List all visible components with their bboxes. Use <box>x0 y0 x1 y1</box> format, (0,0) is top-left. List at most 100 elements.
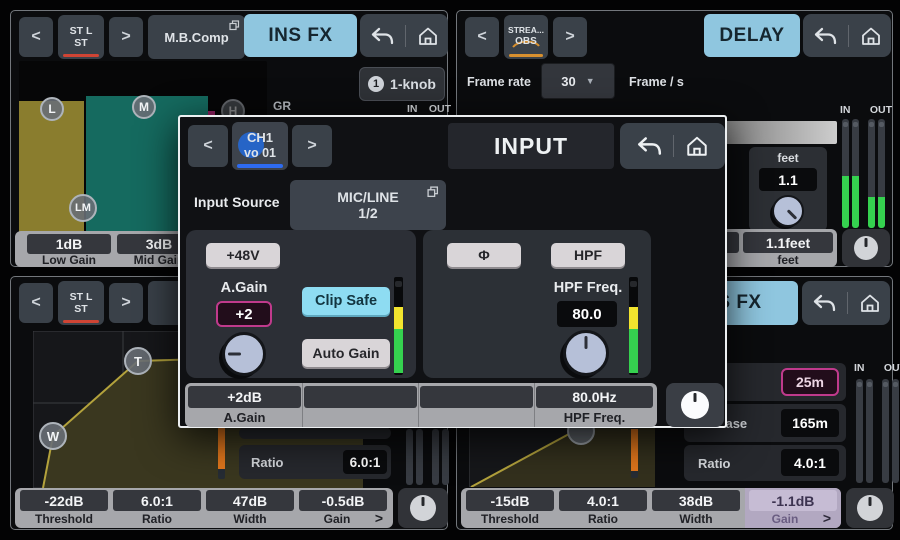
param-cell-empty[interactable] <box>304 386 417 408</box>
chevron-right-icon: > <box>121 294 130 312</box>
channel-name2: ST <box>74 303 87 315</box>
nav-group <box>360 14 448 57</box>
channel-select-button[interactable]: ST L ST <box>58 281 104 325</box>
channel-name: ST L <box>70 25 93 37</box>
param-cell-ratio[interactable]: 6.0:1 <box>113 490 201 511</box>
hpf-freq-knob[interactable] <box>563 330 609 376</box>
knob-assign-button[interactable] <box>842 229 890 267</box>
analog-gain-value[interactable]: +2 <box>216 301 272 327</box>
dialog-title: INPUT <box>448 123 614 169</box>
home-button[interactable] <box>859 293 881 313</box>
next-channel-button[interactable]: > <box>109 17 143 57</box>
param-cell-again[interactable]: +2dB <box>188 386 301 408</box>
more-params-arrow[interactable]: > <box>371 511 387 525</box>
prev-channel-button[interactable]: < <box>465 17 499 57</box>
channel-select-button[interactable]: STREA... OBS <box>504 15 548 59</box>
channel-select-button[interactable]: CH1 vo 01 <box>232 122 288 170</box>
clip-safe-button[interactable]: Clip Safe <box>302 287 390 315</box>
hpf-button[interactable]: HPF <box>551 243 625 267</box>
param-cell-gain[interactable]: -0.5dB <box>299 490 387 511</box>
threshold-handle[interactable]: T <box>124 347 152 375</box>
param-label-gain: Gain <box>749 512 821 525</box>
chevron-down-icon: ▼ <box>586 76 595 86</box>
out-label: OUT <box>870 104 892 116</box>
knob-assign-button[interactable] <box>846 488 894 528</box>
out-meter <box>892 379 899 483</box>
nav-group <box>620 123 725 169</box>
param-cell-threshold[interactable]: -15dB <box>466 490 554 511</box>
home-button[interactable] <box>685 135 709 157</box>
low-mid-crossover-handle[interactable]: LM <box>69 194 97 222</box>
channel-name: STREA... <box>508 26 544 36</box>
phantom-power-button[interactable]: +48V <box>206 243 280 267</box>
next-channel-button[interactable]: > <box>292 125 332 167</box>
ratio-value[interactable]: 4.0:1 <box>781 449 839 476</box>
delay-value-box: feet 1.1 <box>749 147 827 231</box>
home-button[interactable] <box>417 26 439 46</box>
analog-gain-knob[interactable] <box>222 332 266 376</box>
parameter-bar: -22dB 6.0:1 47dB -0.5dB Threshold Ratio … <box>15 488 393 528</box>
low-band-handle[interactable]: L <box>40 97 64 121</box>
attack-value[interactable]: 25m <box>781 368 839 396</box>
param-cell-width[interactable]: 38dB <box>652 490 740 511</box>
param-label-width: Width <box>652 512 740 525</box>
ratio-label: Ratio <box>698 456 731 471</box>
knob-assign-button[interactable] <box>398 488 448 528</box>
hpf-freq-label: HPF Freq. <box>541 280 635 296</box>
frame-rate-select[interactable]: 30 ▼ <box>541 63 615 99</box>
phase-button[interactable]: Φ <box>447 243 521 267</box>
param-cell-gain-selected[interactable]: -1.1dB <box>749 490 837 511</box>
page-title-insfx[interactable]: INS FX <box>244 14 357 57</box>
back-button[interactable] <box>812 293 836 313</box>
delay-value[interactable]: 1.1 <box>759 168 817 191</box>
param-cell-ratio[interactable]: 4.0:1 <box>559 490 647 511</box>
param-cell-empty[interactable] <box>420 386 533 408</box>
input-source-label: Input Source <box>194 194 280 210</box>
next-channel-button[interactable]: > <box>553 17 587 57</box>
input-source-value2: 1/2 <box>358 205 377 221</box>
auto-gain-button[interactable]: Auto Gain <box>302 339 390 367</box>
back-button[interactable] <box>370 26 394 46</box>
knob-assign-button[interactable] <box>666 383 724 427</box>
channel-name: ST L <box>70 291 93 303</box>
hpf-freq-value[interactable]: 80.0 <box>557 301 617 327</box>
mid-band-handle[interactable]: M <box>132 95 156 119</box>
io-meter-labels: IN OUT <box>854 362 900 374</box>
width-handle[interactable]: W <box>39 422 67 450</box>
release-row-partial <box>239 427 391 439</box>
insert-name: M.B.Comp <box>164 30 228 45</box>
prev-channel-button[interactable]: < <box>188 125 228 167</box>
in-label: IN <box>840 104 851 116</box>
release-value[interactable]: 165m <box>781 409 839 437</box>
input-source-button[interactable]: MIC/LINE 1/2 <box>290 180 446 230</box>
channel-color-bar <box>509 54 543 57</box>
ratio-row: Ratio 6.0:1 <box>239 445 391 479</box>
nav-group <box>802 281 890 325</box>
insert-select-button[interactable]: M.B.Comp <box>148 15 245 59</box>
home-button[interactable] <box>860 26 882 46</box>
prev-channel-button[interactable]: < <box>19 283 53 323</box>
param-cell-low-gain[interactable]: 1dB <box>27 234 111 254</box>
param-cell-hpf[interactable]: 80.0Hz <box>536 386 653 408</box>
chevron-right-icon: > <box>307 137 316 155</box>
prev-channel-button[interactable]: < <box>19 17 53 57</box>
input-source-value: MIC/LINE <box>337 189 398 205</box>
param-cell-threshold[interactable]: -22dB <box>20 490 108 511</box>
ratio-value[interactable]: 6.0:1 <box>343 450 387 474</box>
param-label-again: A.Gain <box>188 410 301 425</box>
param-label-ratio: Ratio <box>113 512 201 525</box>
back-button[interactable] <box>813 26 837 46</box>
page-title-delay[interactable]: DELAY <box>704 14 800 57</box>
channel-select-button[interactable]: ST L ST <box>58 15 104 59</box>
more-params-arrow[interactable]: > <box>819 511 835 525</box>
chevron-left-icon: < <box>31 294 40 312</box>
delay-knob[interactable] <box>772 195 804 227</box>
param-cell-width[interactable]: 47dB <box>206 490 294 511</box>
param-cell-delay[interactable]: 1.1feet <box>743 232 833 253</box>
divider <box>673 135 674 157</box>
gr-meter <box>218 427 225 479</box>
next-channel-button[interactable]: > <box>109 283 143 323</box>
one-knob-button[interactable]: 1 1-knob <box>359 67 445 101</box>
back-button[interactable] <box>636 135 662 157</box>
parameter-bar: +2dB 80.0Hz A.Gain HPF Freq. <box>185 383 657 427</box>
